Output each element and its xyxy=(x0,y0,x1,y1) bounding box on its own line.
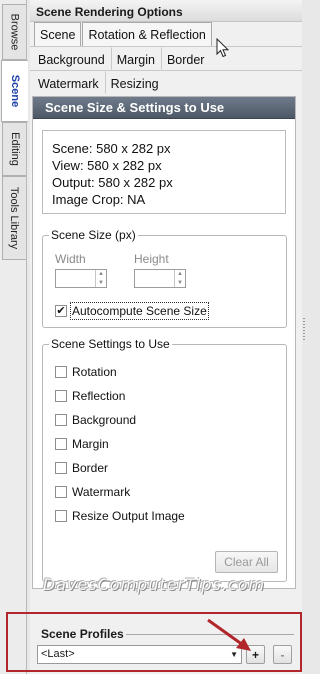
scene-size-group: Scene Size (px) Width Height ▲ ▼ ▲ ▼ ✔ Aut… xyxy=(42,228,287,328)
info-view: View: 580 x 282 px xyxy=(52,158,162,173)
setting-row-rotation[interactable]: Rotation xyxy=(55,365,117,379)
scene-settings-group: Scene Settings to Use Rotation Reflectio… xyxy=(42,337,287,582)
tab-row-2: Background Margin Border xyxy=(30,46,302,70)
tab-rotation-reflection[interactable]: Rotation & Reflection xyxy=(82,22,212,46)
watermark-text: DavesComputerTips.com xyxy=(42,575,266,594)
tab-row-1: Scene Rotation & Reflection xyxy=(30,22,302,46)
side-tab-tools-library[interactable]: Tools Library xyxy=(2,176,26,260)
splitter-grip[interactable] xyxy=(303,318,305,340)
profile-dropdown-value: <Last> xyxy=(41,648,75,660)
side-tab-strip: Browse Scene Editing Tools Library xyxy=(0,0,28,674)
width-spinner-arrows[interactable]: ▲ ▼ xyxy=(95,270,106,287)
tab-background[interactable]: Background xyxy=(32,47,111,70)
setting-row-resize-output[interactable]: Resize Output Image xyxy=(55,509,185,523)
section-header: Scene Size & Settings to Use xyxy=(33,97,295,119)
mouse-cursor-icon xyxy=(216,38,230,58)
background-checkbox[interactable] xyxy=(55,414,67,426)
border-checkbox[interactable] xyxy=(55,462,67,474)
setting-row-margin[interactable]: Margin xyxy=(55,437,109,451)
watermark-checkbox[interactable] xyxy=(55,486,67,498)
height-spinner[interactable]: ▲ ▼ xyxy=(134,269,186,288)
info-crop: Image Crop: NA xyxy=(52,192,146,207)
setting-row-watermark[interactable]: Watermark xyxy=(55,485,130,499)
side-tab-tools-library-label: Tools Library xyxy=(8,186,21,250)
scene-rendering-panel: Scene Rendering Options Scene Rotation &… xyxy=(30,0,302,674)
side-tab-editing-label: Editing xyxy=(8,132,21,166)
tab-border[interactable]: Border xyxy=(160,47,211,70)
watermark-label[interactable]: Watermark xyxy=(72,485,130,499)
width-label: Width xyxy=(55,252,86,266)
info-output: Output: 580 x 282 px xyxy=(52,175,173,190)
resize-output-checkbox[interactable] xyxy=(55,510,67,522)
height-label: Height xyxy=(134,252,169,266)
side-tab-browse-label: Browse xyxy=(8,13,21,51)
scene-settings-legend: Scene Settings to Use xyxy=(51,337,170,351)
scene-profiles-label: Scene Profiles xyxy=(41,627,124,641)
rotation-checkbox[interactable] xyxy=(55,366,67,378)
info-scene: Scene: 580 x 282 px xyxy=(52,141,171,156)
border-label[interactable]: Border xyxy=(72,461,108,475)
tab-resizing[interactable]: Resizing xyxy=(104,71,165,94)
background-label[interactable]: Background xyxy=(72,413,136,427)
autocompute-checkbox[interactable]: ✔ xyxy=(55,305,67,317)
rotation-label[interactable]: Rotation xyxy=(72,365,117,379)
height-spinner-arrows[interactable]: ▲ ▼ xyxy=(174,270,185,287)
setting-row-border[interactable]: Border xyxy=(55,461,108,475)
scene-profiles-highlight: Scene Profiles <Last> ▼ + - xyxy=(6,612,302,672)
setting-row-background[interactable]: Background xyxy=(55,413,136,427)
autocompute-checkbox-row[interactable]: ✔ Autocompute Scene Size xyxy=(55,302,209,320)
tab-scene[interactable]: Scene xyxy=(34,22,82,46)
margin-label[interactable]: Margin xyxy=(72,437,109,451)
clear-all-button[interactable]: Clear All xyxy=(215,551,278,573)
side-tab-browse[interactable]: Browse xyxy=(2,4,26,60)
reflection-checkbox[interactable] xyxy=(55,390,67,402)
side-tab-scene-label: Scene xyxy=(9,74,22,108)
remove-profile-button[interactable]: - xyxy=(273,645,292,664)
side-tab-editing[interactable]: Editing xyxy=(2,122,26,176)
tab-row-3: Watermark Resizing xyxy=(30,70,302,94)
resize-output-label[interactable]: Resize Output Image xyxy=(72,509,185,523)
autocompute-label[interactable]: Autocompute Scene Size xyxy=(70,302,209,320)
side-tab-scene[interactable]: Scene xyxy=(1,60,28,122)
scene-info-box: Scene: 580 x 282 px View: 580 x 282 px O… xyxy=(42,130,286,214)
panel-title: Scene Rendering Options xyxy=(30,0,302,22)
width-spinner[interactable]: ▲ ▼ xyxy=(55,269,107,288)
tab-watermark[interactable]: Watermark xyxy=(32,71,105,94)
setting-row-reflection[interactable]: Reflection xyxy=(55,389,125,403)
reflection-label[interactable]: Reflection xyxy=(72,389,125,403)
scene-size-legend: Scene Size (px) xyxy=(51,228,136,242)
tab-margin[interactable]: Margin xyxy=(110,47,161,70)
scene-content-area: Scene Size & Settings to Use Scene: 580 … xyxy=(32,96,296,589)
red-arrow-icon xyxy=(207,618,251,651)
margin-checkbox[interactable] xyxy=(55,438,67,450)
